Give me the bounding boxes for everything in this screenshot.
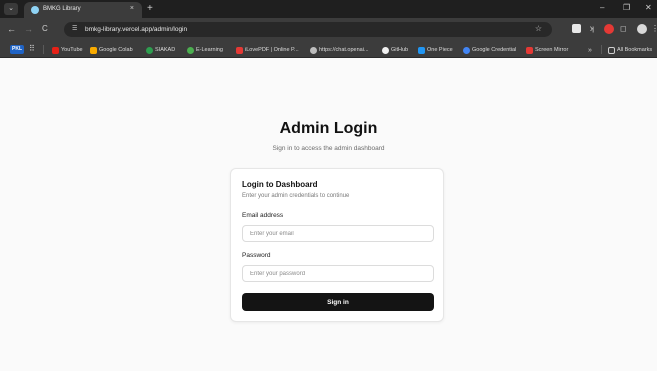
password-label: Password — [242, 252, 271, 259]
all-bookmarks-button[interactable]: All Bookmarks — [608, 45, 652, 55]
bookmark-screen-mirror[interactable]: Screen Mirror — [526, 45, 568, 55]
sign-in-button[interactable]: Sign in — [242, 293, 434, 311]
card-title: Login to Dashboard — [242, 180, 318, 189]
tab-title: BMKG Library — [43, 6, 81, 12]
youtube-icon — [52, 46, 59, 54]
browser-tab[interactable]: BMKG Library × — [24, 2, 142, 18]
tab-close-icon[interactable]: × — [130, 5, 134, 12]
bookmark-star-icon[interactable]: ☆ — [535, 24, 542, 33]
extension-feather-icon[interactable]: ʞ — [590, 23, 594, 34]
bookmark-youtube[interactable]: YouTube — [52, 45, 83, 55]
ilovepdf-icon — [236, 46, 243, 54]
folder-icon — [608, 46, 615, 54]
close-window-icon[interactable]: ✕ — [645, 3, 652, 12]
password-field[interactable] — [242, 265, 434, 282]
menu-kebab-icon[interactable]: ⋮ — [651, 23, 657, 34]
tab-search-icon[interactable]: ⌄ — [4, 3, 18, 15]
siakad-icon — [146, 46, 153, 54]
github-icon — [382, 46, 389, 54]
bookmark-siakad[interactable]: SIAKAD — [146, 45, 175, 55]
browser-tabstrip: ⌄ BMKG Library × + – ❐ ✕ — [0, 0, 657, 18]
bookmark-e-learning[interactable]: E-Learning — [187, 45, 223, 55]
screen-mirror-icon — [526, 46, 533, 54]
bookmark-google-colab[interactable]: Google Colab — [90, 45, 133, 55]
elearning-icon — [187, 46, 194, 54]
bookmark-google-credential[interactable]: Google Credential — [463, 45, 516, 55]
colab-icon — [90, 46, 97, 54]
login-card: Login to Dashboard Enter your admin cred… — [230, 168, 444, 322]
page-title: Admin Login — [279, 120, 378, 137]
bookmark-one-piece[interactable]: One Piece — [418, 45, 453, 55]
bookmark-divider — [43, 45, 44, 54]
extension-icon[interactable] — [572, 24, 581, 33]
card-subtitle: Enter your admin credentials to continue — [242, 193, 350, 199]
bookmark-chatgpt[interactable]: https://chat.openai... — [310, 45, 369, 55]
bookmarks-bar: PKL ⠿ YouTube Google Colab SIAKAD E-Lear… — [0, 41, 657, 58]
forward-icon[interactable]: → — [24, 23, 33, 35]
email-field[interactable] — [242, 225, 434, 242]
browser-toolbar: ← → C ☰ bmkg-library.vercel.app/admin/lo… — [0, 18, 657, 41]
address-bar[interactable]: ☰ bmkg-library.vercel.app/admin/login ☆ — [64, 22, 552, 37]
extensions-puzzle-icon[interactable]: ◻ — [620, 23, 627, 34]
extension-red-icon[interactable] — [604, 24, 614, 34]
bookmarks-overflow-icon[interactable]: » — [588, 45, 592, 55]
email-label: Email address — [242, 212, 284, 219]
onepiece-icon — [418, 46, 425, 54]
apps-grid-icon[interactable]: ⠿ — [29, 44, 35, 54]
back-icon[interactable]: ← — [7, 23, 16, 35]
bookmark-divider — [601, 45, 602, 54]
openai-icon — [310, 46, 317, 54]
maximize-icon[interactable]: ❐ — [623, 3, 630, 12]
reload-icon[interactable]: C — [42, 23, 48, 35]
page-subtitle: Sign in to access the admin dashboard — [272, 145, 385, 152]
minimize-icon[interactable]: – — [600, 3, 604, 12]
site-settings-icon[interactable]: ☰ — [72, 25, 77, 32]
new-tab-button[interactable]: + — [147, 3, 153, 14]
bookmark-github[interactable]: GitHub — [382, 45, 408, 55]
page-content: Admin Login Sign in to access the admin … — [0, 58, 657, 371]
google-icon — [463, 46, 470, 54]
tab-favicon-icon — [31, 6, 39, 14]
address-url: bmkg-library.vercel.app/admin/login — [85, 26, 188, 33]
bookmark-pkl[interactable]: PKL — [10, 45, 24, 54]
bookmark-ilovepdf[interactable]: iLovePDF | Online P... — [236, 45, 299, 55]
profile-avatar[interactable] — [637, 24, 647, 34]
